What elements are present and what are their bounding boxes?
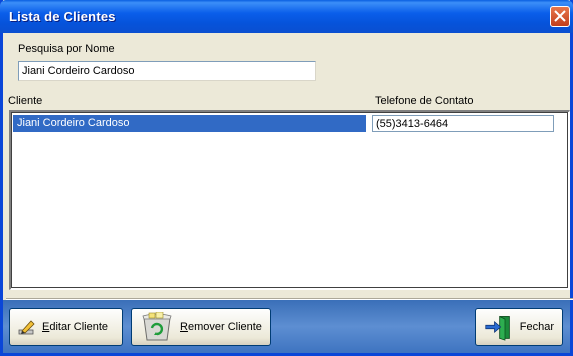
remove-label: emover Cliente bbox=[187, 321, 262, 333]
close-icon bbox=[554, 10, 566, 22]
client-row-phone[interactable]: (55)3413-6464 bbox=[372, 115, 554, 132]
exit-door-icon bbox=[485, 315, 510, 341]
column-header-cliente: Cliente bbox=[8, 95, 43, 107]
remove-client-button[interactable]: Remover Cliente bbox=[131, 308, 271, 346]
search-label: Pesquisa por Nome bbox=[18, 43, 115, 55]
client-row-name[interactable]: Jiani Cordeiro Cardoso bbox=[13, 115, 366, 132]
remove-accelerator: R bbox=[180, 321, 188, 333]
search-input[interactable]: Jiani Cordeiro Cardoso bbox=[18, 61, 316, 81]
edit-client-button[interactable]: Editar Cliente bbox=[9, 308, 123, 346]
dialog-window: Lista de Clientes Pesquisa por Nome Jian… bbox=[0, 0, 573, 356]
column-header-telefone: Telefone de Contato bbox=[375, 95, 474, 107]
close-label: Fechar bbox=[519, 321, 554, 333]
client-list[interactable]: Jiani Cordeiro Cardoso (55)3413-6464 bbox=[9, 110, 570, 290]
close-button[interactable]: Fechar bbox=[475, 308, 563, 346]
recycle-bin-icon bbox=[142, 312, 172, 341]
title-bar[interactable]: Lista de Clientes bbox=[0, 0, 573, 33]
window-close-button[interactable] bbox=[550, 6, 570, 27]
window-title: Lista de Clientes bbox=[9, 9, 116, 24]
pencil-edit-icon bbox=[18, 320, 35, 335]
edit-label: ditar Cliente bbox=[49, 321, 109, 333]
